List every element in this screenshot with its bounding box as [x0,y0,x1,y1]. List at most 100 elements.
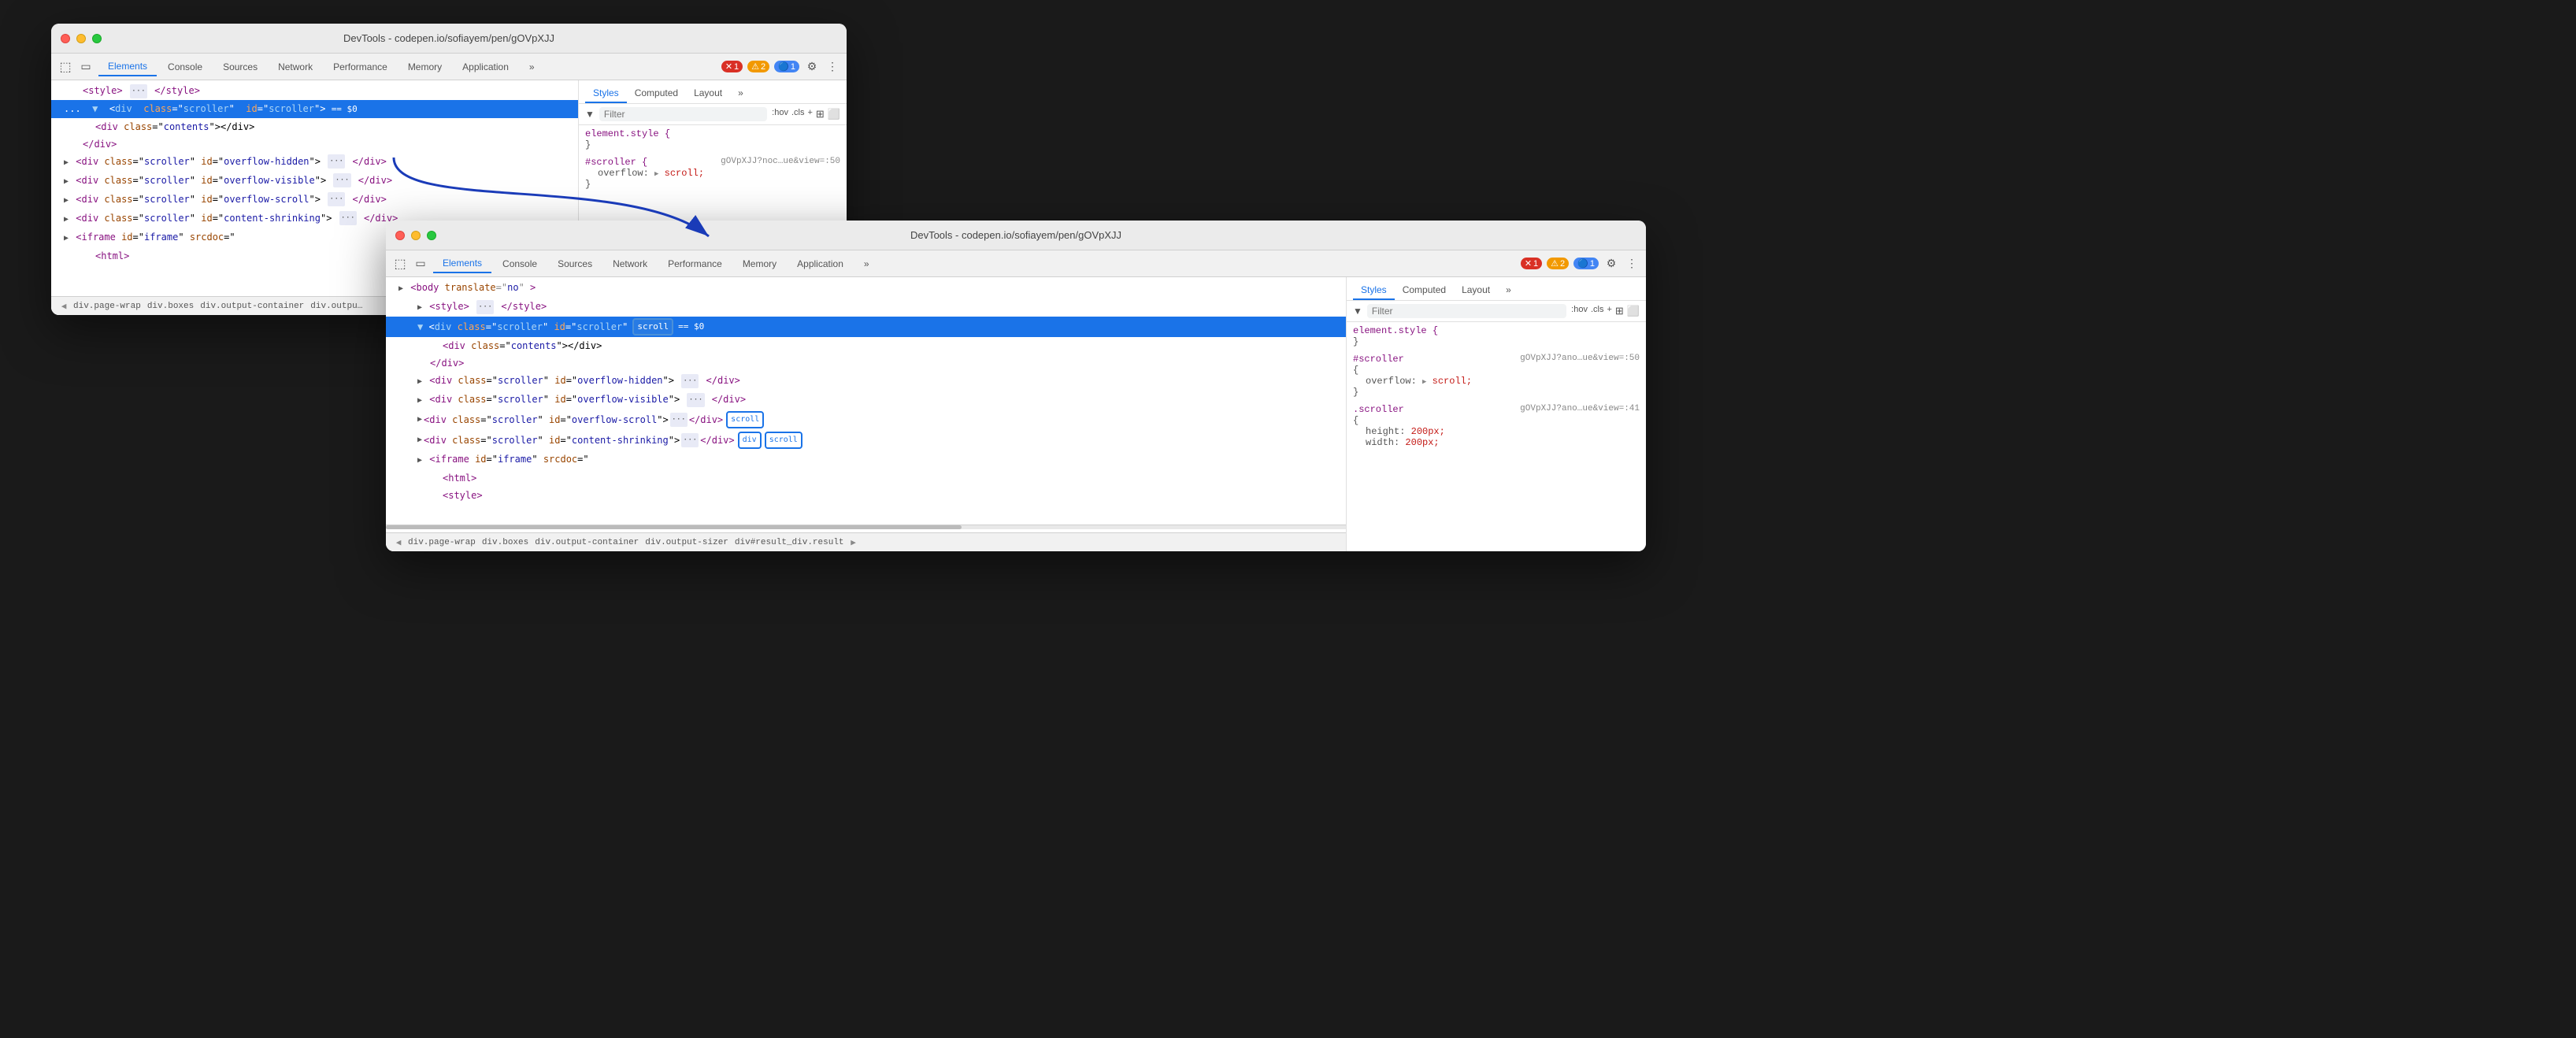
tab-performance-1[interactable]: Performance [324,58,397,76]
tab-more-2[interactable]: » [854,255,879,272]
dom-line-selected-2[interactable]: ▼ <div class="scroller" id="scroller" sc… [386,317,1346,337]
nav-right-arrow-2[interactable]: ▶ [847,533,860,552]
dom-line[interactable]: <html> [386,469,1346,487]
tab-network-2[interactable]: Network [603,255,657,272]
filter-input-1[interactable] [604,109,651,120]
cls-btn-2[interactable]: .cls [1591,305,1604,317]
minimize-button-1[interactable] [76,34,86,43]
tab-network-1[interactable]: Network [269,58,322,76]
dom-line[interactable]: ▶ <div class="scroller" id="overflow-vis… [386,391,1346,410]
dom-line[interactable]: </div> [51,135,578,153]
dom-line[interactable]: ▶ <div class="scroller" id="overflow-hid… [51,153,578,172]
ellipsis-badge[interactable]: ··· [130,84,147,98]
inspector-icons-2[interactable]: ⬚ ▭ [392,256,428,272]
ellipsis-badge[interactable]: ··· [681,433,699,447]
ellipsis-badge[interactable]: ··· [328,192,345,206]
filter-input-wrap-2[interactable] [1367,304,1566,318]
ellipsis-badge[interactable]: ··· [687,393,704,407]
breadcrumb-item[interactable]: div.page-wrap [405,538,479,547]
ellipsis-badge[interactable]: ··· [333,173,350,187]
inspector-icons-1[interactable]: ⬚ ▭ [57,59,94,75]
plus-btn-1[interactable]: + [807,108,812,120]
style-tab-styles-2[interactable]: Styles [1353,281,1395,300]
style-tab-layout-1[interactable]: Layout [686,84,730,103]
cls-btn-1[interactable]: .cls [791,108,805,120]
dom-line[interactable]: ▶ <div class="scroller" id="overflow-hid… [386,372,1346,391]
breadcrumb-item[interactable]: div.outpu… [307,302,365,311]
ellipsis-badge[interactable]: ··· [681,374,699,388]
tab-performance-2[interactable]: Performance [658,255,732,272]
breadcrumb-item[interactable]: div#result_div.result [732,538,847,547]
css-source[interactable]: gOVpXJJ?ano…ue&view=:50 [1520,354,1640,363]
tab-memory-2[interactable]: Memory [733,255,786,272]
devtools-window-2[interactable]: DevTools - codepen.io/sofiayem/pen/gOVpX… [386,221,1646,551]
tab-sources-2[interactable]: Sources [548,255,602,272]
breadcrumb-item[interactable]: div.output-container [532,538,642,547]
dom-line[interactable]: <div class="contents"></div> [386,337,1346,354]
traffic-lights-2[interactable] [395,231,436,240]
tab-console-1[interactable]: Console [158,58,212,76]
device-icon[interactable]: ▭ [78,59,94,75]
dom-line[interactable]: </div> [386,354,1346,372]
ellipsis-badge[interactable]: ··· [670,413,688,427]
cursor-icon-2[interactable]: ⬚ [392,256,408,272]
close-button-1[interactable] [61,34,70,43]
tab-application-2[interactable]: Application [788,255,853,272]
dom-line[interactable]: ▶ <div class="scroller" id="overflow-scr… [51,191,578,209]
hov-btn-1[interactable]: :hov [772,108,788,120]
cursor-icon[interactable]: ⬚ [57,59,73,75]
more-icon-2[interactable]: ⋮ [1624,256,1640,272]
device-icon-2[interactable]: ▭ [413,256,428,272]
filter-input-2[interactable] [1372,306,1419,317]
dom-line[interactable]: ▶ <div class="scroller" id="overflow-scr… [386,410,1346,430]
style-tab-computed-1[interactable]: Computed [627,84,686,103]
dom-line[interactable]: ▶ <div class="scroller" id="content-shri… [386,430,1346,450]
scrollbar-thumb[interactable] [386,525,962,529]
dom-line[interactable]: <div class="contents"></div> [51,118,578,135]
style-tab-more-1[interactable]: » [730,84,751,103]
ellipsis-badge[interactable]: ··· [328,154,345,169]
dom-line[interactable]: <style> ··· </style> [51,82,578,100]
close-button-2[interactable] [395,231,405,240]
toggle-btn-1[interactable]: ⬜ [828,108,840,120]
tab-more-1[interactable]: » [520,58,544,76]
ellipsis-badge[interactable]: ··· [476,300,494,314]
ellipsis-badge[interactable]: ··· [339,211,357,225]
hov-btn-2[interactable]: :hov [1571,305,1588,317]
scrollbar-hint[interactable] [386,525,1346,529]
settings-icon-1[interactable]: ⚙ [804,59,820,75]
style-tab-layout-2[interactable]: Layout [1454,281,1498,300]
style-tab-computed-2[interactable]: Computed [1395,281,1454,300]
css-source[interactable]: gOVpXJJ?ano…ue&view=:41 [1520,404,1640,415]
dom-panel-2[interactable]: ▶ <body translate="no" > ▶ <style> ··· <… [386,277,1347,551]
filter-input-wrap-1[interactable] [599,107,767,121]
more-icon-1[interactable]: ⋮ [825,59,840,75]
dom-line[interactable]: <style> [386,487,1346,504]
dom-line-selected[interactable]: ... ▼ <div class="scroller" id="scroller… [51,100,578,118]
settings-icon-2[interactable]: ⚙ [1603,256,1619,272]
maximize-button-2[interactable] [427,231,436,240]
nav-left-arrow-1[interactable]: ◀ [57,297,70,316]
tab-elements-2[interactable]: Elements [433,254,491,273]
breadcrumb-item[interactable]: div.page-wrap [70,302,144,311]
dom-line[interactable]: ▶ <iframe id="iframe" srcdoc=" [386,450,1346,469]
css-source[interactable]: gOVpXJJ?noc…ue&view=:50 [721,157,840,166]
css-triangle-2[interactable]: ▶ [1422,378,1426,386]
tab-sources-1[interactable]: Sources [213,58,267,76]
breadcrumb-item[interactable]: div.boxes [479,538,532,547]
nav-left-arrow-2[interactable]: ◀ [392,533,405,552]
tab-application-1[interactable]: Application [453,58,518,76]
plus-btn-2[interactable]: + [1607,305,1611,317]
dom-line[interactable]: ▶ <div class="scroller" id="overflow-vis… [51,172,578,191]
tab-elements-1[interactable]: Elements [98,57,157,76]
maximize-button-1[interactable] [92,34,102,43]
tab-console-2[interactable]: Console [493,255,547,272]
dom-line[interactable]: ▶ <style> ··· </style> [386,298,1346,317]
new-rule-btn-2[interactable]: ⊞ [1615,305,1624,317]
tab-memory-1[interactable]: Memory [398,58,451,76]
new-rule-btn-1[interactable]: ⊞ [816,108,825,120]
breadcrumb-item[interactable]: div.boxes [144,302,197,311]
breadcrumb-item[interactable]: div.output-sizer [642,538,732,547]
style-tab-styles-1[interactable]: Styles [585,84,627,103]
toggle-btn-2[interactable]: ⬜ [1627,305,1640,317]
